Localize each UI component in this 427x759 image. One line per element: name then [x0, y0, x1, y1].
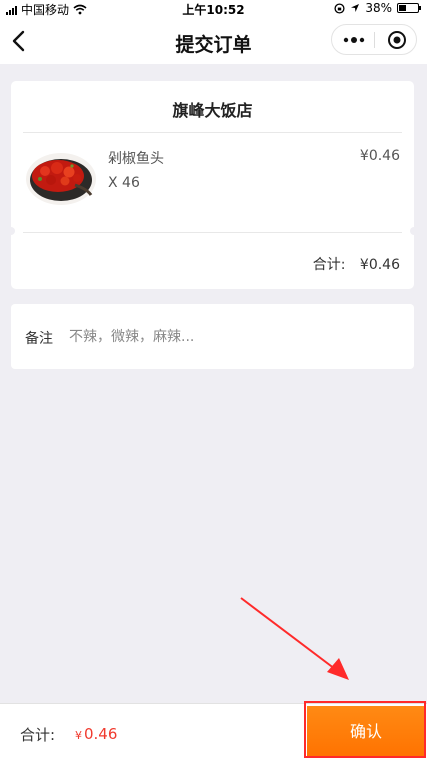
location-icon	[351, 4, 360, 12]
shop-name: 旗峰大饭店	[172, 101, 253, 120]
bottom-total-value: 0.46	[84, 725, 118, 743]
bottom-total-label: 合计:	[20, 726, 56, 744]
remark-input[interactable]	[67, 318, 401, 356]
dish-image[interactable]	[25, 149, 97, 207]
order-card: 旗峰大饭店 剁椒鱼头 X 46 ¥0.46 合计: ¥0.46	[7, 81, 418, 289]
confirm-button[interactable]: 确认	[307, 706, 425, 758]
order-total-row: 合计: ¥0.46	[313, 254, 400, 274]
dish-name: 剁椒鱼头	[108, 151, 164, 167]
more-icon[interactable]	[342, 34, 366, 46]
remark-card: 备注	[11, 304, 414, 369]
mini-program-capsule	[331, 24, 417, 55]
bottom-total-amount: ¥0.46	[75, 725, 117, 743]
remark-label: 备注	[25, 331, 53, 347]
rotation-lock-icon	[334, 2, 345, 14]
battery-fill	[399, 5, 406, 11]
divider-top	[23, 132, 402, 133]
bottom-bar: 合计: ¥0.46 确认	[0, 703, 427, 759]
battery-percent: 38%	[365, 1, 392, 15]
battery-icon	[397, 3, 421, 13]
capsule-divider	[374, 32, 375, 48]
card-notch-left	[7, 227, 15, 235]
dish-quantity: X 46	[108, 175, 140, 191]
annotation-arrow-icon	[240, 597, 349, 680]
divider-bottom	[23, 232, 402, 233]
dish-price: ¥0.46	[359, 148, 400, 164]
currency-symbol: ¥	[75, 729, 82, 742]
status-right: 38%	[334, 1, 421, 15]
order-total-amount: ¥0.46	[359, 257, 400, 273]
close-target-icon[interactable]	[387, 30, 407, 50]
order-total-label: 合计:	[312, 257, 346, 273]
nav-bar: 提交订单	[0, 18, 427, 64]
status-bar: 中国移动 上午10:52 38%	[0, 0, 427, 18]
card-notch-right	[410, 227, 418, 235]
